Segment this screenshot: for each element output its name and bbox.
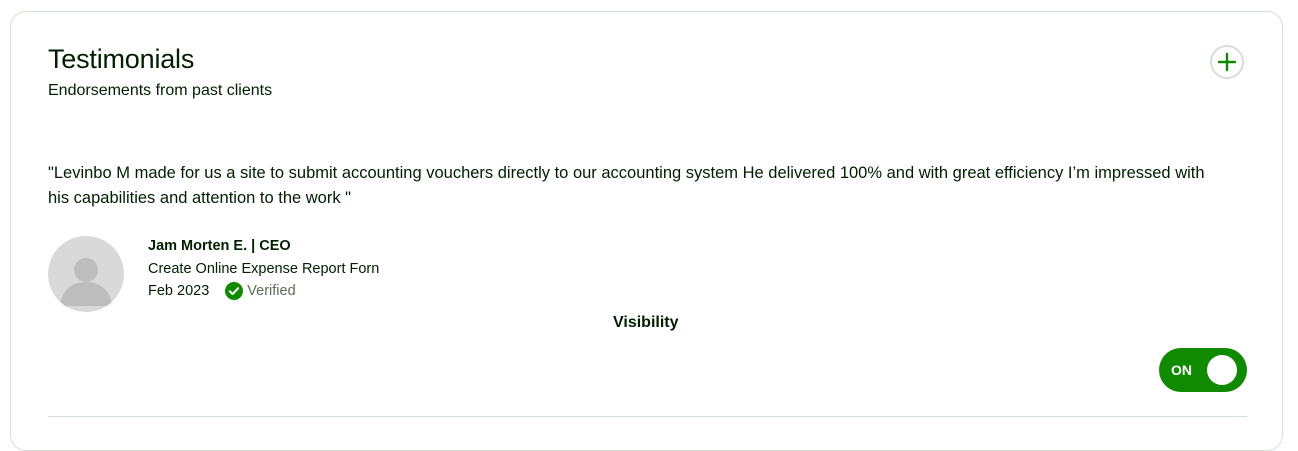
section-title: Testimonials bbox=[48, 44, 195, 74]
check-circle-icon bbox=[225, 282, 244, 300]
toggle-state-text: ON bbox=[1171, 362, 1192, 378]
section-subtitle: Endorsements from past clients bbox=[48, 82, 273, 99]
divider bbox=[48, 416, 1247, 417]
testimonial-quote: "Levinbo M made for us a site to submit … bbox=[48, 164, 1205, 207]
testimonial-date: Feb 2023 bbox=[148, 283, 210, 299]
project-title: Create Online Expense Report Forn bbox=[148, 261, 380, 277]
verified-badge: Verified bbox=[225, 281, 296, 301]
default-avatar-icon bbox=[60, 258, 112, 306]
plus-icon bbox=[1217, 52, 1237, 72]
visibility-label: Visibility bbox=[613, 314, 679, 331]
verified-label: Verified bbox=[247, 283, 296, 299]
visibility-toggle[interactable]: ON bbox=[1159, 348, 1247, 392]
testimonial-meta: Feb 2023 Verified bbox=[148, 281, 296, 301]
testimonials-card bbox=[10, 11, 1283, 451]
toggle-knob bbox=[1207, 355, 1237, 385]
add-testimonial-button[interactable] bbox=[1210, 45, 1244, 79]
client-name: Jam Morten E. | CEO bbox=[148, 238, 291, 254]
avatar bbox=[48, 236, 124, 312]
